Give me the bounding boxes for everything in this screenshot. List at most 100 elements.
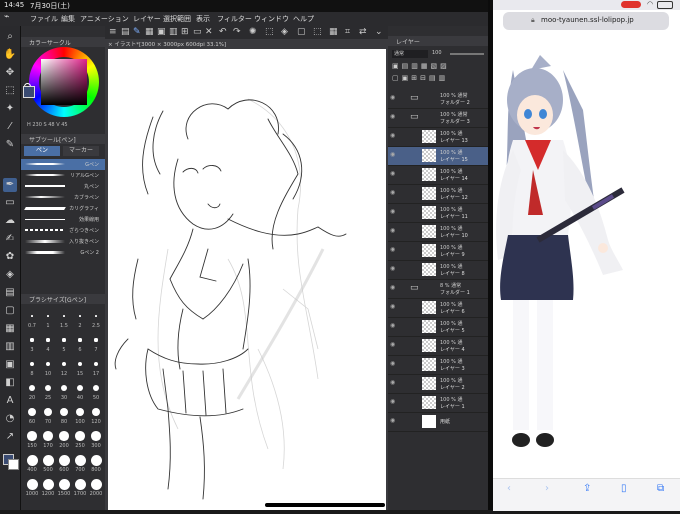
menu-edit[interactable]: 編集 xyxy=(61,14,75,24)
hand-icon[interactable]: ✋ xyxy=(3,48,17,62)
redo-arrow-icon[interactable]: ↷ xyxy=(233,27,241,37)
menu-view[interactable]: 表示 xyxy=(196,14,210,24)
grid-icon[interactable]: ▦ xyxy=(145,27,154,37)
brush-size-option[interactable]: 500 xyxy=(41,452,55,474)
arrange-icon[interactable]: ⊞ xyxy=(181,27,189,37)
brush-size-option[interactable]: 17 xyxy=(89,356,103,378)
app-logo-icon[interactable]: ⌁ xyxy=(4,12,9,22)
brush-size-option[interactable]: 10 xyxy=(41,356,55,378)
clear-icon[interactable]: ▢ xyxy=(297,27,306,37)
layer-row[interactable]: ◉ 100 % 通レイヤー 2 xyxy=(388,375,488,394)
menu-selection[interactable]: 選択範囲 xyxy=(163,14,191,24)
visibility-eye-icon[interactable]: ◉ xyxy=(390,418,396,424)
visibility-eye-icon[interactable]: ◉ xyxy=(390,399,396,405)
brush-size-option[interactable]: 1 xyxy=(41,308,55,330)
brush-size-option[interactable]: 150 xyxy=(25,428,39,450)
menu-window[interactable]: ウィンドウ xyxy=(254,14,289,24)
visibility-eye-icon[interactable]: ◉ xyxy=(390,171,396,177)
correct-line-icon[interactable]: ◧ xyxy=(3,376,17,390)
color-square[interactable] xyxy=(41,59,87,105)
brush-size-option[interactable]: 1200 xyxy=(41,476,55,498)
loading-icon[interactable]: ✺ xyxy=(249,27,257,37)
brush-size-option[interactable]: 7 xyxy=(89,332,103,354)
brush-size-option[interactable]: 1500 xyxy=(57,476,71,498)
window-icon[interactable]: ▭ xyxy=(193,27,202,37)
brush-size-option[interactable]: 15 xyxy=(73,356,87,378)
transform-icon[interactable]: ⬚ xyxy=(265,27,274,37)
brush-size-option[interactable]: 80 xyxy=(57,404,71,426)
visibility-eye-icon[interactable]: ◉ xyxy=(390,114,396,120)
brush-size-option[interactable]: 20 xyxy=(25,380,39,402)
url-bar[interactable]: 🔒︎ moo-tyaunen.ssl-lolipop.jp xyxy=(503,12,669,30)
panel-icon[interactable]: ▥ xyxy=(169,27,178,37)
brush-item[interactable]: 入り抜きペン xyxy=(21,236,105,247)
move-icon[interactable]: ✥ xyxy=(3,66,17,80)
brush-size-option[interactable]: 5 xyxy=(57,332,71,354)
current-color-swatch[interactable] xyxy=(23,86,35,98)
brush-size-option[interactable]: 2 xyxy=(73,308,87,330)
layer-row[interactable]: ◉ 100 % 通レイヤー 5 xyxy=(388,318,488,337)
visibility-eye-icon[interactable]: ◉ xyxy=(390,95,396,101)
text-icon[interactable]: A xyxy=(3,394,17,408)
layer-row[interactable]: ◉ 100 % 通レイヤー 12 xyxy=(388,185,488,204)
layer-row[interactable]: ◉ 100 % 通レイヤー 9 xyxy=(388,242,488,261)
visibility-eye-icon[interactable]: ◉ xyxy=(390,342,396,348)
close-window-icon[interactable]: ✕ xyxy=(205,27,213,37)
opacity-value[interactable]: 100 xyxy=(432,50,448,58)
brush-size-option[interactable]: 800 xyxy=(89,452,103,474)
layer-row[interactable]: ◉ 100 % 通レイヤー 14 xyxy=(388,166,488,185)
brush-size-option[interactable]: 40 xyxy=(73,380,87,402)
tabs-icon[interactable]: ⧉ xyxy=(657,483,664,494)
brush-size-option[interactable]: 300 xyxy=(89,428,103,450)
visibility-eye-icon[interactable]: ◉ xyxy=(390,247,396,253)
visibility-eye-icon[interactable]: ◉ xyxy=(390,266,396,272)
menu-animation[interactable]: アニメーション xyxy=(80,14,129,24)
brush-size-option[interactable]: 8 xyxy=(25,356,39,378)
deselect-icon[interactable]: ⬚ xyxy=(313,27,322,37)
brush-size-option[interactable]: 1700 xyxy=(73,476,87,498)
layer-row[interactable]: ◉ 100 % 通レイヤー 11 xyxy=(388,204,488,223)
layer-folder-row[interactable]: ◉ ▭ 8 % 通常 フォルダー 1 xyxy=(388,280,488,299)
brush-size-option[interactable]: 0.7 xyxy=(25,308,39,330)
undo-icon[interactable]: ≡ xyxy=(109,27,117,37)
brush-size-option[interactable]: 60 xyxy=(25,404,39,426)
brush-item[interactable]: ざらつきペン xyxy=(21,225,105,236)
brush-size-option[interactable]: 2.5 xyxy=(89,308,103,330)
crop-icon[interactable]: ⌗ xyxy=(345,27,350,37)
brush-item[interactable]: Gペン 2 xyxy=(21,247,105,258)
undo-arrow-icon[interactable]: ↶ xyxy=(219,27,227,37)
brush-size-option[interactable]: 2000 xyxy=(89,476,103,498)
layer-tools-row-2[interactable]: ▢▣⊞⊟▤▥ xyxy=(392,74,484,84)
layer-folder-row[interactable]: ◉ ▭ 100 % 通常 フォルダー 3 xyxy=(388,109,488,128)
brush-size-option[interactable]: 1000 xyxy=(25,476,39,498)
brush-item[interactable]: 効果線用 xyxy=(21,214,105,225)
brush-size-option[interactable]: 70 xyxy=(41,404,55,426)
brush-size-option[interactable]: 700 xyxy=(73,452,87,474)
menu-file[interactable]: ファイル xyxy=(30,14,58,24)
visibility-eye-icon[interactable]: ◉ xyxy=(390,380,396,386)
line-icon[interactable]: ↗ xyxy=(3,430,17,444)
brush-item[interactable]: カリグラフィ xyxy=(21,203,105,214)
selection-icon[interactable]: ⬚ xyxy=(3,84,17,98)
brush-size-option[interactable]: 600 xyxy=(57,452,71,474)
figure-icon[interactable]: ▢ xyxy=(3,304,17,318)
collapse-icon[interactable]: ⌄ xyxy=(375,27,383,37)
gradient-icon[interactable]: ▤ xyxy=(3,286,17,300)
brush-size-option[interactable]: 3 xyxy=(25,332,39,354)
frame-icon[interactable]: ▦ xyxy=(3,322,17,336)
pencil-icon[interactable]: ✎ xyxy=(3,138,17,152)
bookmarks-icon[interactable]: ▯ xyxy=(621,483,627,494)
layer-row[interactable]: ◉ 100 % 通レイヤー 10 xyxy=(388,223,488,242)
zoom-icon[interactable]: ⌕ xyxy=(3,30,17,44)
layer-row[interactable]: ◉ 100 % 通レイヤー 4 xyxy=(388,337,488,356)
brush-size-option[interactable]: 6 xyxy=(73,332,87,354)
visibility-eye-icon[interactable]: ◉ xyxy=(390,304,396,310)
brush-item[interactable]: Gペン xyxy=(21,159,105,170)
layer-row[interactable]: ◉ 100 % 通レイヤー 15 xyxy=(388,147,488,166)
layer-row[interactable]: ◉ 100 % 通レイヤー 3 xyxy=(388,356,488,375)
layer-row[interactable]: ◉ 100 % 通レイヤー 1 xyxy=(388,394,488,413)
drawing-canvas[interactable] xyxy=(108,49,386,510)
snap-icon[interactable]: ▤ xyxy=(121,27,130,37)
brush-size-option[interactable]: 25 xyxy=(41,380,55,402)
pen-icon[interactable]: ✒ xyxy=(3,178,17,192)
